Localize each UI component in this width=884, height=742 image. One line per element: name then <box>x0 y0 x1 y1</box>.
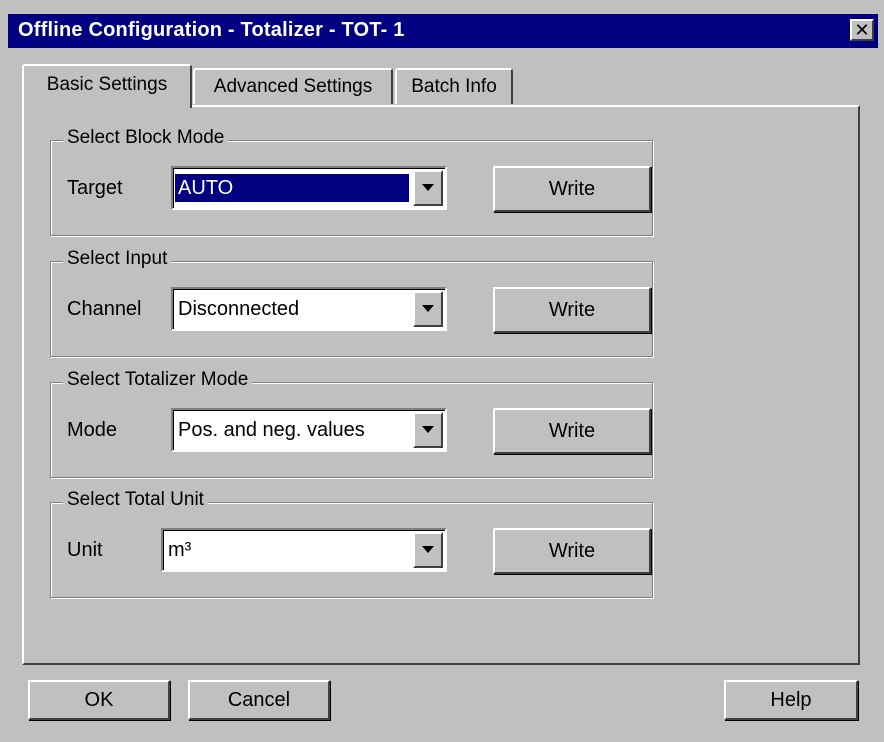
tab-basic-settings[interactable]: Basic Settings <box>22 64 192 108</box>
unit-label: Unit <box>67 539 103 561</box>
write-total-unit-button[interactable]: Write <box>493 528 651 574</box>
channel-select[interactable]: Disconnected <box>171 287 447 331</box>
help-button[interactable]: Help <box>724 680 858 720</box>
target-value: AUTO <box>175 174 409 202</box>
tab-label: Advanced Settings <box>213 76 373 97</box>
tab-batch-info[interactable]: Batch Info <box>395 68 513 104</box>
totalizer-mode-group: Select Totalizer Mode Mode Pos. and neg.… <box>50 369 653 478</box>
channel-label: Channel <box>67 298 142 320</box>
unit-value: m³ <box>168 539 192 561</box>
title-bar[interactable]: Offline Configuration - Totalizer - TOT-… <box>8 14 878 48</box>
input-group: Select Input Channel Disconnected Write <box>50 248 653 357</box>
group-title: Select Input <box>63 248 172 270</box>
close-icon: ✕ <box>854 20 870 40</box>
group-title: Select Total Unit <box>63 489 208 511</box>
cancel-button[interactable]: Cancel <box>188 680 330 720</box>
target-label: Target <box>67 177 123 199</box>
unit-select[interactable]: m³ <box>161 528 447 572</box>
group-title: Select Block Mode <box>63 127 229 149</box>
close-button[interactable]: ✕ <box>850 19 874 41</box>
chevron-down-icon[interactable] <box>413 170 443 206</box>
write-totalizer-mode-button[interactable]: Write <box>493 408 651 454</box>
chevron-down-icon[interactable] <box>413 412 443 448</box>
mode-value: Pos. and neg. values <box>178 419 365 441</box>
tab-advanced-settings[interactable]: Advanced Settings <box>193 68 393 104</box>
mode-label: Mode <box>67 419 118 441</box>
block-mode-group: Select Block Mode Target AUTO Write <box>50 127 653 236</box>
ok-button[interactable]: OK <box>28 680 170 720</box>
mode-select[interactable]: Pos. and neg. values <box>171 408 447 452</box>
basic-settings-panel: Select Block Mode Target AUTO Write Sele… <box>22 105 860 665</box>
chevron-down-icon[interactable] <box>413 532 443 568</box>
write-block-mode-button[interactable]: Write <box>493 166 651 212</box>
group-title: Select Totalizer Mode <box>63 369 253 391</box>
offline-configuration-dialog: Offline Configuration - Totalizer - TOT-… <box>0 0 884 742</box>
target-select[interactable]: AUTO <box>171 166 447 210</box>
window-title: Offline Configuration - Totalizer - TOT-… <box>18 19 405 41</box>
tab-label: Batch Info <box>411 76 497 97</box>
chevron-down-icon[interactable] <box>413 291 443 327</box>
write-input-button[interactable]: Write <box>493 287 651 333</box>
channel-value: Disconnected <box>178 298 300 320</box>
tab-label: Basic Settings <box>46 74 168 95</box>
total-unit-group: Select Total Unit Unit m³ Write <box>50 489 653 598</box>
